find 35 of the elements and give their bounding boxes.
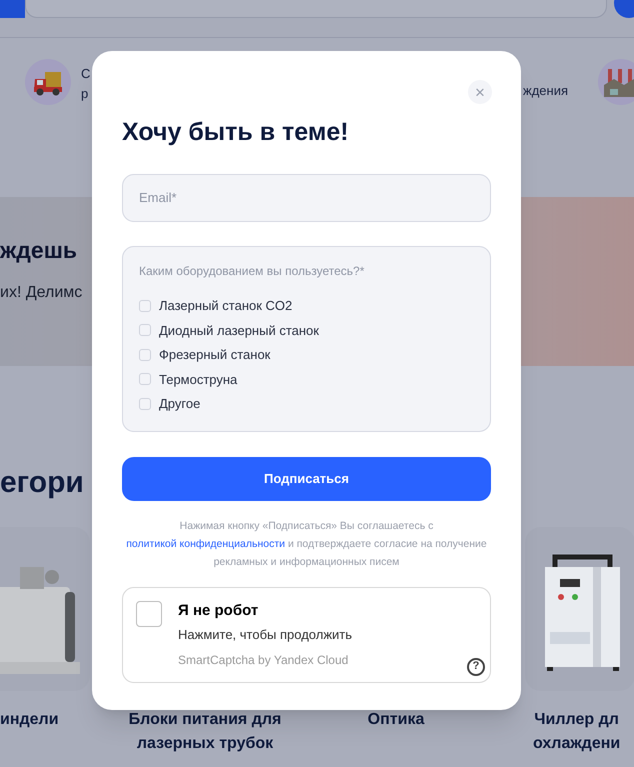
- category-name: Чиллер дл: [534, 710, 619, 730]
- category-name: Оптика: [368, 710, 424, 730]
- checkbox[interactable]: [139, 373, 151, 386]
- privacy-link[interactable]: политикой конфиденциальности: [126, 538, 286, 550]
- question-label: Каким оборудованием вы пользуетесь?*: [139, 262, 366, 280]
- feature-text: р: [81, 85, 90, 103]
- checkbox-option[interactable]: Фрезерный станок: [139, 342, 474, 367]
- section-title: егори: [0, 465, 84, 501]
- subscribe-button[interactable]: Подписаться: [122, 456, 491, 500]
- category-name: лазерных трубок: [136, 734, 274, 754]
- checkbox[interactable]: [139, 300, 151, 312]
- email-field[interactable]: Email*: [122, 174, 491, 222]
- checkbox-option[interactable]: Диодный лазерный станок: [139, 318, 474, 342]
- banner-text: их! Делимс: [0, 283, 82, 303]
- banner-title: ждешь: [0, 236, 78, 265]
- category-name: индели: [0, 710, 59, 730]
- captcha-title: Я не робот: [178, 600, 260, 620]
- modal-title: Хочу быть в теме!: [122, 117, 350, 148]
- checkbox-option[interactable]: Термоструна: [139, 367, 474, 392]
- feature-text: ждения: [523, 82, 568, 100]
- checkbox[interactable]: [139, 398, 151, 410]
- checkbox-option[interactable]: Другое: [139, 392, 474, 416]
- consent-text: Нажимая кнопку «Подписаться» Вы соглашаетесь с политикой конфиденциальности и подтверждаете согласие на получение рекламных и информационных писем: [125, 518, 488, 570]
- captcha-brand: SmartCaptcha by Yandex Cloud: [178, 652, 348, 668]
- truck-icon: [25, 59, 71, 105]
- factory-icon: [598, 59, 634, 105]
- captcha-checkbox[interactable]: [136, 600, 162, 626]
- checkbox-option[interactable]: Лазерный станок CO2: [139, 294, 474, 318]
- feature-text: С: [81, 65, 90, 83]
- help-button[interactable]: ?: [467, 658, 485, 676]
- checkbox[interactable]: [139, 324, 151, 336]
- captcha-subtitle: Нажмите, чтобы продолжить: [178, 626, 354, 644]
- category-name: охлаждени: [533, 734, 620, 754]
- category-name: Блоки питания для: [128, 710, 282, 730]
- checkbox[interactable]: [139, 348, 151, 361]
